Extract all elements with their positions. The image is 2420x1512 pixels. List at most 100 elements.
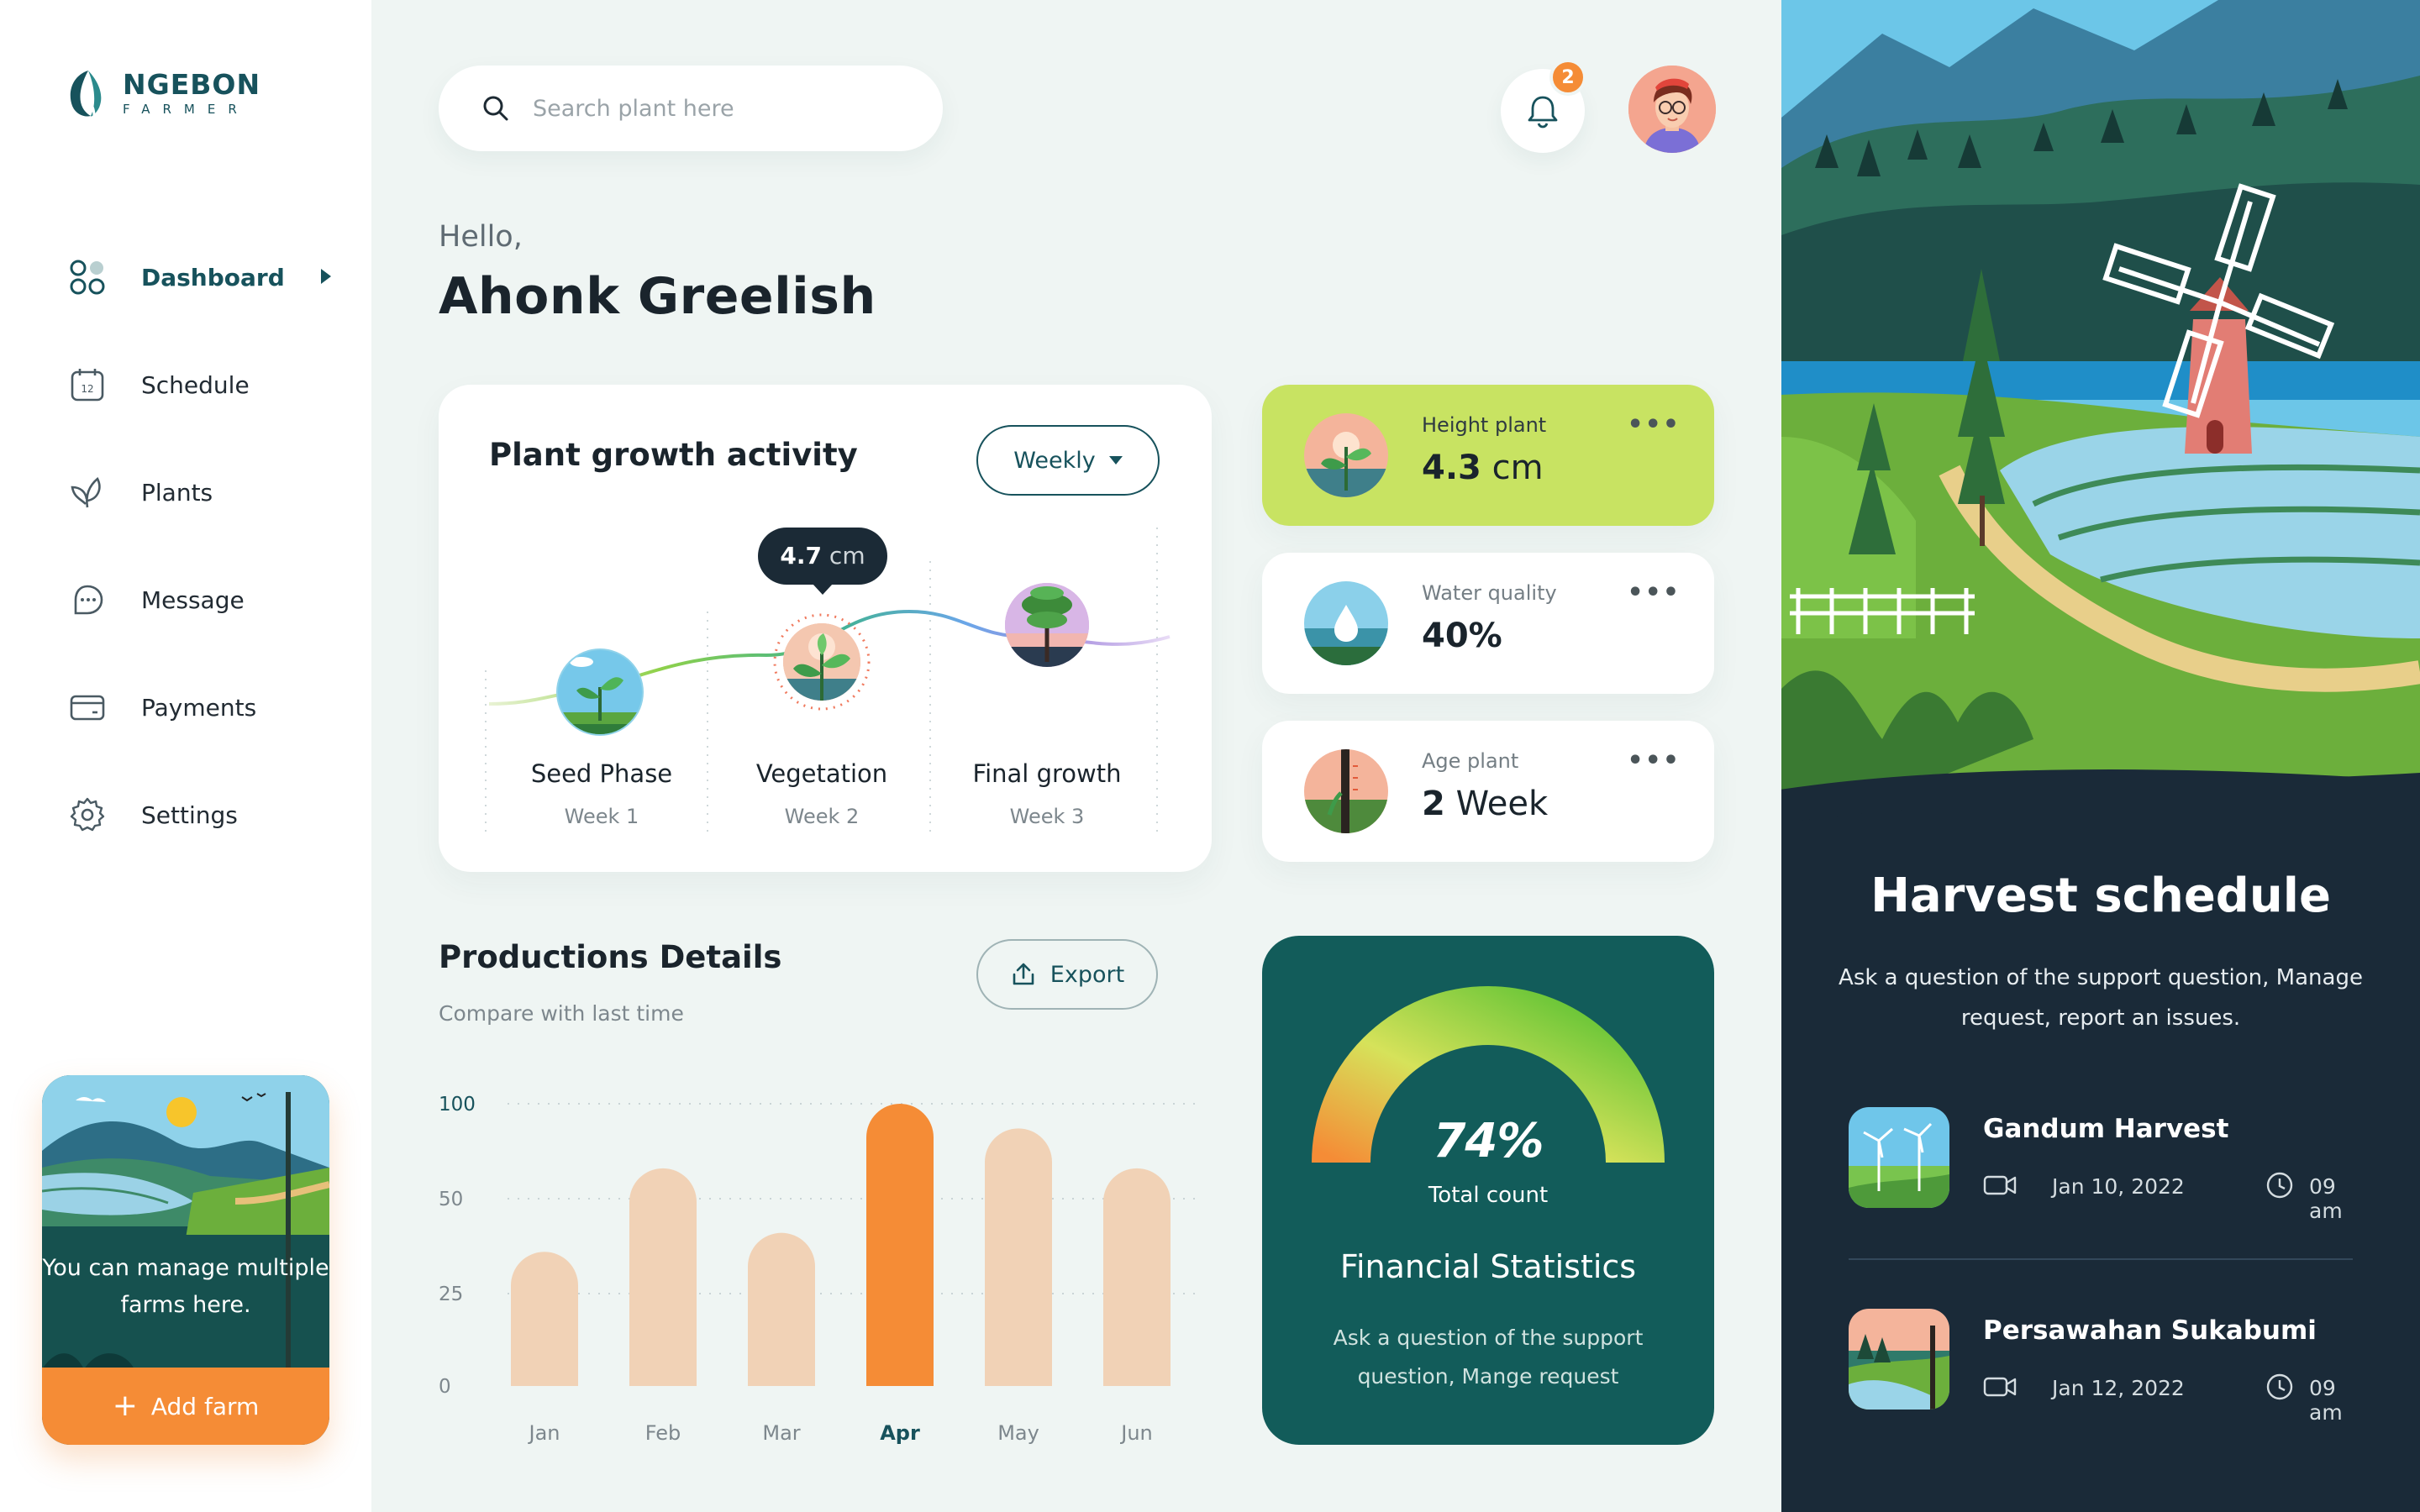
search-input[interactable] bbox=[533, 95, 902, 122]
sidebar-nav: Dashboard 12 Schedule Plants Message Pay… bbox=[67, 250, 345, 895]
stat-label-water: Water quality bbox=[1422, 581, 1557, 605]
growth-card-title: Plant growth activity bbox=[489, 437, 858, 473]
production-bar-chart: 100 50 25 0 Jan Feb Mar Apr May Jun bbox=[439, 1094, 1202, 1445]
more-options-icon[interactable]: ••• bbox=[1627, 578, 1681, 607]
search-icon bbox=[483, 96, 508, 121]
y-tick-label: 100 bbox=[439, 1094, 476, 1116]
sidebar-item-payments[interactable]: Payments bbox=[67, 680, 345, 734]
harvest-panel: Harvest schedule Ask a question of the s… bbox=[1781, 0, 2420, 1512]
tooltip-unit: cm bbox=[829, 542, 865, 570]
manage-farms-card: You can manage multiple farms here. + Ad… bbox=[42, 1075, 329, 1445]
dashboard-icon bbox=[67, 257, 108, 297]
stat-value-height: 4.3 cm bbox=[1422, 449, 1544, 487]
sidebar: NGEBON FARMER Dashboard 12 Schedule Plan… bbox=[0, 0, 371, 1512]
more-options-icon[interactable]: ••• bbox=[1627, 746, 1681, 775]
chat-icon bbox=[67, 580, 108, 620]
harvest-name: Persawahan Sukabumi bbox=[1983, 1315, 2317, 1346]
video-icon bbox=[1983, 1377, 2017, 1397]
stat-value-age: 2 Week bbox=[1422, 785, 1549, 823]
sidebar-item-label: Dashboard bbox=[141, 263, 285, 291]
search-bar[interactable] bbox=[439, 66, 943, 151]
stat-value-water: 40% bbox=[1422, 617, 1502, 655]
logo-leaf-icon bbox=[70, 71, 102, 117]
vegetation-thumbnail bbox=[773, 613, 871, 711]
stat-card-age[interactable]: Age plant 2 Week ••• bbox=[1262, 721, 1714, 862]
stat-card-water[interactable]: Water quality 40% ••• bbox=[1262, 553, 1714, 694]
sidebar-item-label: Schedule bbox=[141, 370, 250, 399]
brand-logo[interactable]: NGEBON FARMER bbox=[66, 66, 260, 123]
sidebar-item-label: Settings bbox=[141, 801, 238, 829]
chevron-down-icon bbox=[1108, 456, 1123, 465]
bell-icon bbox=[1528, 96, 1558, 129]
sidebar-item-dashboard[interactable]: Dashboard bbox=[67, 250, 345, 304]
more-options-icon[interactable]: ••• bbox=[1627, 410, 1681, 439]
clock-icon bbox=[2266, 1373, 2293, 1400]
water-quality-thumbnail bbox=[1304, 581, 1388, 665]
financial-statistics-card: 74% Total count Financial Statistics Ask… bbox=[1262, 936, 1714, 1445]
bar-jan[interactable] bbox=[511, 1252, 578, 1386]
financial-description: Ask a question of the support question, … bbox=[1333, 1326, 1644, 1389]
export-button[interactable]: Export bbox=[976, 939, 1158, 1010]
phase-week-seed: Week 1 bbox=[564, 805, 639, 828]
harvest-item[interactable]: Persawahan Sukabumi Jan 12, 2022 09 am bbox=[1849, 1309, 2370, 1425]
sidebar-item-plants[interactable]: Plants bbox=[67, 465, 345, 519]
clock-icon bbox=[2266, 1172, 2293, 1199]
phase-name-final: Final growth bbox=[972, 759, 1122, 788]
upload-icon bbox=[1013, 963, 1034, 985]
x-tick-label: Jun bbox=[1119, 1421, 1153, 1445]
bar-may[interactable] bbox=[985, 1128, 1052, 1386]
tooltip-value: 4.7 bbox=[780, 542, 823, 570]
sidebar-item-message[interactable]: Message bbox=[67, 573, 345, 627]
sidebar-item-schedule[interactable]: 12 Schedule bbox=[67, 358, 345, 412]
brand-tagline: FARMER bbox=[123, 102, 250, 117]
age-plant-thumbnail bbox=[1304, 749, 1388, 833]
plant-growth-card: Plant growth activity Weekly Seed Phase … bbox=[439, 385, 1212, 872]
x-tick-label: May bbox=[997, 1421, 1039, 1445]
financial-percent: 74% bbox=[1433, 1114, 1544, 1168]
stat-label-height: Height plant bbox=[1422, 413, 1547, 437]
x-tick-label: Jan bbox=[528, 1421, 560, 1445]
final-growth-thumbnail bbox=[1005, 583, 1089, 667]
harvest-date: Jan 10, 2022 bbox=[2052, 1174, 2185, 1199]
brand-name: NGEBON bbox=[123, 68, 261, 101]
sidebar-item-settings[interactable]: Settings bbox=[67, 788, 345, 842]
svg-text:12: 12 bbox=[81, 383, 93, 395]
leaf-icon bbox=[67, 472, 108, 512]
period-dropdown[interactable]: Weekly bbox=[976, 425, 1160, 496]
sidebar-item-label: Message bbox=[141, 585, 245, 614]
harvest-title: Harvest schedule bbox=[1870, 869, 2331, 923]
farm-card-text: You can manage multiple farms here. bbox=[42, 1255, 329, 1318]
bar-mar[interactable] bbox=[748, 1232, 815, 1386]
bar-jun[interactable] bbox=[1103, 1168, 1171, 1386]
bar-feb[interactable] bbox=[629, 1168, 697, 1386]
add-farm-button[interactable]: + Add farm bbox=[42, 1368, 329, 1445]
harvest-date: Jan 12, 2022 bbox=[2052, 1376, 2185, 1400]
x-tick-label: Apr bbox=[880, 1421, 920, 1445]
credit-card-icon bbox=[67, 687, 108, 727]
seed-phase-thumbnail bbox=[556, 648, 644, 736]
export-label: Export bbox=[1050, 961, 1125, 988]
phase-week-vegetation: Week 2 bbox=[784, 805, 860, 828]
harvest-time: 09 am bbox=[2309, 1174, 2343, 1223]
user-avatar[interactable] bbox=[1628, 66, 1716, 153]
notification-count-badge: 2 bbox=[1549, 59, 1586, 96]
farm-landscape-illustration bbox=[1781, 0, 2420, 840]
gear-icon bbox=[67, 795, 108, 835]
x-tick-label: Mar bbox=[762, 1421, 800, 1445]
harvest-description: Ask a question of the support question, … bbox=[1839, 965, 2363, 1031]
y-tick-label: 0 bbox=[439, 1376, 451, 1398]
sidebar-item-label: Payments bbox=[141, 693, 257, 722]
harvest-item[interactable]: Gandum Harvest Jan 10, 2022 09 am bbox=[1849, 1107, 2370, 1223]
production-subtitle: Compare with last time bbox=[439, 1001, 684, 1026]
harvest-thumbnail bbox=[1849, 1309, 1949, 1410]
greeting-hello: Hello, bbox=[439, 220, 523, 254]
harvest-thumbnail bbox=[1849, 1107, 1949, 1208]
production-title: Productions Details bbox=[439, 939, 782, 975]
stat-card-height[interactable]: Height plant 4.3 cm ••• bbox=[1262, 385, 1714, 526]
add-farm-label: Add farm bbox=[150, 1392, 260, 1420]
bar-apr[interactable] bbox=[866, 1104, 934, 1386]
financial-count-label: Total count bbox=[1428, 1183, 1549, 1208]
sidebar-item-label: Plants bbox=[141, 478, 213, 507]
phase-name-seed: Seed Phase bbox=[530, 759, 673, 788]
x-tick-label: Feb bbox=[645, 1421, 681, 1445]
